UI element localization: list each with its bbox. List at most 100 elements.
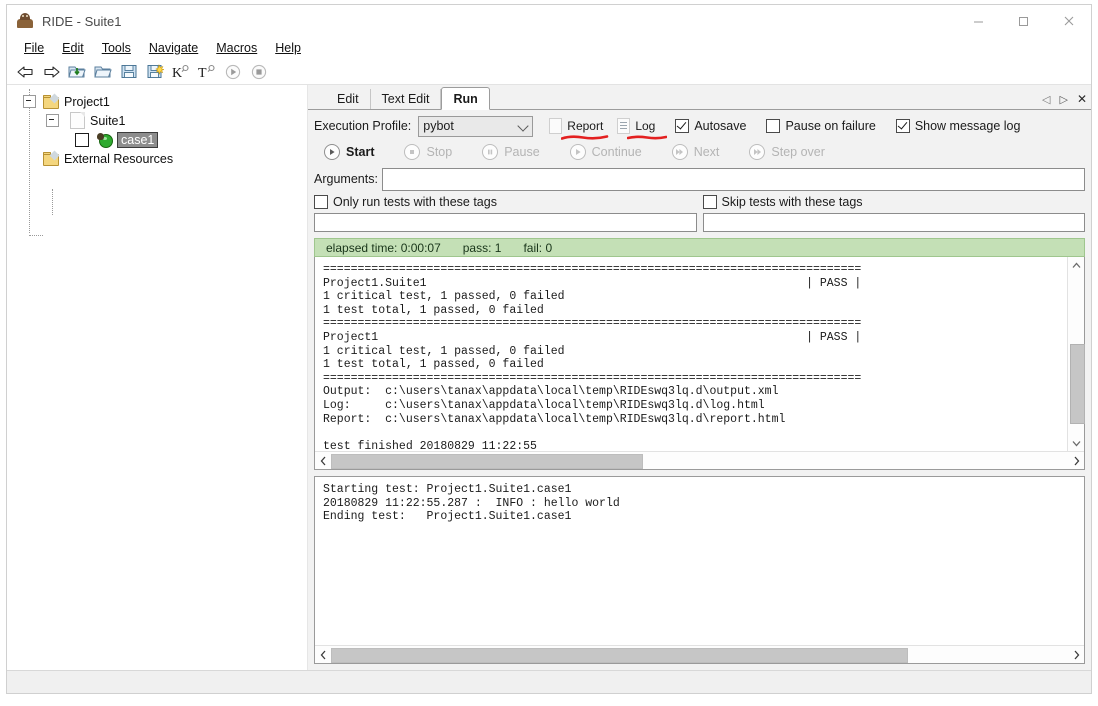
message-log-horizontal-scrollbar[interactable] — [315, 645, 1084, 663]
menu-macros-label: Macros — [216, 41, 258, 55]
step-next-icon — [671, 144, 688, 160]
message-log-hscroll-track[interactable] — [331, 647, 1068, 663]
menu-tools[interactable]: Tools — [93, 39, 140, 57]
back-arrow-icon[interactable] — [13, 61, 37, 83]
maximize-button[interactable] — [1001, 5, 1046, 37]
scroll-right-icon[interactable] — [1068, 452, 1084, 469]
message-log-panel: Starting test: Project1.Suite1.case1 201… — [314, 476, 1085, 664]
console-scroll-thumb[interactable] — [1069, 344, 1085, 425]
forward-arrow-icon[interactable] — [39, 61, 63, 83]
open-folder-icon[interactable] — [91, 61, 115, 83]
tab-edit[interactable]: Edit — [326, 89, 371, 109]
autosave-checkbox-wrap[interactable]: Autosave — [675, 119, 746, 133]
exclude-tags-checkbox[interactable] — [702, 194, 717, 209]
save-icon[interactable] — [117, 61, 141, 83]
include-tags-column: Only run tests with these tags — [314, 193, 697, 232]
main-toolbar: K T — [7, 59, 1091, 85]
open-project-icon[interactable] — [65, 61, 89, 83]
message-log-text: Starting test: Project1.Suite1.case1 201… — [323, 483, 620, 524]
pause-icon — [482, 144, 499, 160]
console-hscroll-thumb[interactable] — [331, 454, 643, 469]
menu-help[interactable]: Help — [266, 39, 310, 57]
window-status-bar — [7, 670, 1091, 693]
include-tags-checkbox[interactable] — [314, 194, 328, 209]
menu-macros[interactable]: Macros — [207, 39, 266, 57]
svg-text:K: K — [172, 66, 182, 80]
execution-profile-value: pybot — [423, 119, 454, 133]
tags-row: Only run tests with these tags Skip test… — [314, 193, 1085, 232]
play-icon — [569, 144, 586, 160]
exclude-tags-checkbox-wrap[interactable]: Skip tests with these tags — [702, 193, 1086, 210]
expander-minus-icon[interactable] — [23, 95, 36, 108]
report-button[interactable]: Report — [549, 118, 609, 140]
stop-button: Stop — [404, 144, 452, 160]
menu-navigate[interactable]: Navigate — [140, 39, 207, 57]
scroll-down-icon[interactable] — [1068, 435, 1084, 451]
project-tree-panel: Project1 Suite1 case1 External Resources — [7, 85, 308, 670]
ride-main-window: RIDE - Suite1 File Edit Tools Navigate M… — [6, 4, 1092, 694]
tab-label: Run — [453, 91, 478, 106]
window-title: RIDE - Suite1 — [42, 13, 122, 29]
start-button[interactable]: Start — [324, 144, 374, 160]
stop-icon[interactable] — [247, 61, 271, 83]
scroll-up-icon[interactable] — [1068, 257, 1084, 273]
tree-node-external-resources[interactable]: External Resources — [7, 149, 307, 168]
include-tags-input[interactable] — [314, 213, 697, 232]
run-options-row: Execution Profile: pybot Report Log Auto… — [314, 114, 1085, 140]
tab-close-icon[interactable]: ✕ — [1077, 92, 1087, 106]
pause-on-failure-checkbox[interactable] — [766, 119, 781, 133]
console-horizontal-scrollbar[interactable] — [315, 451, 1084, 469]
minimize-button[interactable] — [956, 5, 1001, 37]
tab-text-edit[interactable]: Text Edit — [370, 89, 442, 109]
robot-app-icon — [16, 12, 34, 30]
tree-node-suite1[interactable]: Suite1 — [7, 111, 307, 130]
svg-text:T: T — [198, 66, 207, 80]
pass-count-label: pass: 1 — [462, 240, 502, 255]
tree-node-label: External Resources — [64, 151, 174, 166]
close-button[interactable] — [1046, 5, 1091, 37]
exclude-tags-input[interactable] — [702, 213, 1085, 232]
console-hscroll-track[interactable] — [331, 453, 1068, 469]
include-tags-checkbox-wrap[interactable]: Only run tests with these tags — [314, 193, 697, 210]
show-message-log-label: Show message log — [914, 119, 1021, 133]
console-scroll-track[interactable] — [1069, 273, 1085, 435]
window-controls — [956, 5, 1091, 37]
show-message-log-checkbox-wrap[interactable]: Show message log — [895, 119, 1021, 133]
scroll-left-icon[interactable] — [315, 452, 331, 469]
test-case-checkbox[interactable] — [75, 132, 89, 147]
execution-profile-label: Execution Profile: — [314, 119, 412, 133]
search-tests-icon[interactable]: T — [195, 61, 219, 83]
show-message-log-checkbox[interactable] — [895, 119, 910, 133]
log-label: Log — [635, 119, 656, 133]
tree-node-project1[interactable]: Project1 — [7, 92, 307, 111]
tab-run[interactable]: Run — [441, 87, 490, 110]
log-button[interactable]: Log — [617, 118, 668, 140]
scroll-right-icon[interactable] — [1068, 646, 1084, 663]
search-keyword-icon[interactable]: K — [169, 61, 193, 83]
tree-node-case1[interactable]: case1 — [7, 130, 307, 149]
editor-tabstrip: Edit Text Edit Run ◁ ▷ ✕ — [308, 85, 1091, 110]
menu-edit[interactable]: Edit — [53, 39, 93, 57]
autosave-checkbox[interactable] — [675, 119, 690, 133]
arguments-input[interactable] — [381, 167, 1085, 191]
menu-navigate-label: Navigate — [148, 41, 199, 55]
menu-file-label: File — [24, 41, 45, 55]
menu-file[interactable]: File — [15, 39, 53, 57]
tab-prev-icon[interactable]: ◁ — [1042, 93, 1050, 106]
expander-minus-icon[interactable] — [46, 114, 59, 127]
tabstrip-controls: ◁ ▷ ✕ — [1042, 92, 1087, 106]
message-log-hscroll-thumb[interactable] — [331, 648, 908, 663]
editor-panel: Edit Text Edit Run ◁ ▷ ✕ Execution Profi… — [308, 85, 1091, 670]
scroll-left-icon[interactable] — [315, 646, 331, 663]
fail-count-label: fail: 0 — [523, 240, 553, 255]
pause-on-failure-checkbox-wrap[interactable]: Pause on failure — [766, 119, 876, 133]
save-all-icon[interactable] — [143, 61, 167, 83]
execution-profile-select[interactable]: pybot — [418, 115, 534, 137]
next-button: Next — [671, 144, 719, 160]
menu-tools-label: Tools — [101, 41, 131, 55]
tree-node-label: Project1 — [64, 94, 110, 109]
console-vertical-scrollbar[interactable] — [1067, 257, 1085, 451]
tab-next-icon[interactable]: ▷ — [1059, 93, 1067, 106]
run-icon[interactable] — [221, 61, 245, 83]
menu-edit-label: Edit — [62, 41, 84, 55]
